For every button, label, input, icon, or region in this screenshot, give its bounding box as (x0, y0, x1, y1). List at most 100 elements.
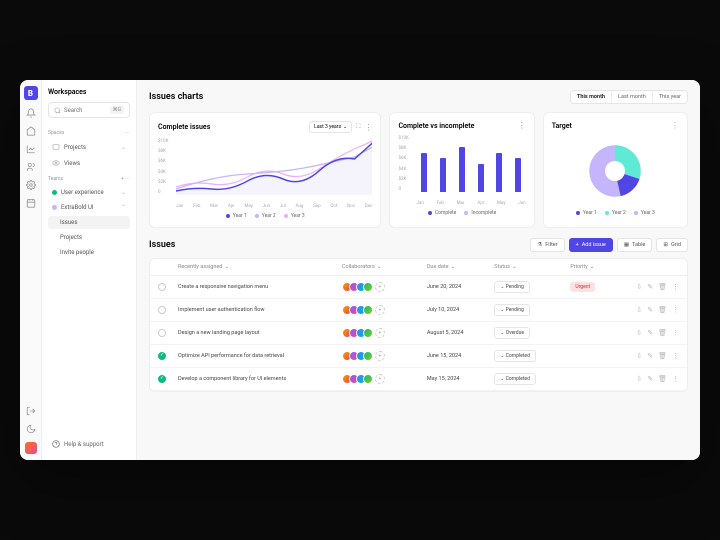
period-selector[interactable]: Last 3 years ⌄ (309, 121, 352, 133)
add-collaborator-button[interactable]: + (375, 328, 385, 338)
avatar[interactable] (363, 328, 373, 338)
table-row[interactable]: Develop a component library for UI eleme… (150, 368, 687, 391)
status-select[interactable]: ⌄ Pending (494, 304, 530, 316)
more-icon[interactable]: ⋮ (672, 306, 679, 314)
check-icon[interactable] (158, 329, 166, 337)
more-icon[interactable]: ⋮ (672, 329, 679, 337)
sort-icon: ⌄ (224, 264, 229, 270)
chevron-down-icon: ⌄ (121, 189, 126, 196)
check-icon[interactable] (158, 352, 166, 360)
calendar-icon[interactable] (26, 198, 36, 208)
check-icon[interactable] (158, 375, 166, 383)
status-select[interactable]: ⌄ Pending (494, 281, 530, 293)
sort-icon: ⌄ (377, 264, 382, 270)
table-icon: ▦ (624, 242, 629, 248)
sort-icon: ⌄ (590, 264, 595, 270)
more-icon[interactable]: ⋮ (364, 123, 372, 132)
delete-icon[interactable]: 🗑 (658, 352, 667, 360)
app-window: B Workspaces ⌘G Spaces⋯ Projects ⌄ Views… (20, 80, 700, 460)
table-header: Recently assigned ⌄ Collaborators ⌄ Due … (150, 259, 687, 276)
avatar[interactable] (363, 282, 373, 292)
edit-icon[interactable]: ✎ (647, 283, 653, 291)
table-view-button[interactable]: ▦Table (617, 238, 653, 252)
delete-icon[interactable]: 🗑 (658, 283, 667, 291)
avatar[interactable] (363, 374, 373, 384)
download-icon[interactable]: ⇩ (636, 306, 642, 314)
download-icon[interactable]: ⇩ (636, 352, 642, 360)
table-row[interactable]: Optimize API performance for data retrie… (150, 345, 687, 368)
user-avatar[interactable] (25, 442, 37, 454)
help-icon (52, 440, 60, 448)
users-icon[interactable] (26, 162, 36, 172)
folder-icon (52, 143, 60, 151)
status-select[interactable]: ⌄ Completed (494, 373, 536, 385)
chart-icon[interactable] (26, 144, 36, 154)
seg-this-month[interactable]: This month (571, 91, 612, 103)
avatar[interactable] (363, 351, 373, 361)
sidebar-item-projects[interactable]: Projects ⌄ (48, 140, 130, 154)
table-row[interactable]: Create a responsive navigation menu + Ju… (150, 276, 687, 299)
check-icon[interactable] (158, 283, 166, 291)
add-collaborator-button[interactable]: + (375, 351, 385, 361)
col-due[interactable]: Due date ⌄ (427, 264, 488, 270)
gear-icon[interactable] (26, 180, 36, 190)
collaborators: + (342, 374, 421, 384)
table-row[interactable]: Implement user authentication flow + Jul… (150, 299, 687, 322)
add-collaborator-button[interactable]: + (375, 282, 385, 292)
help-support[interactable]: Help & support (48, 436, 130, 452)
row-actions: ⇩ ✎ 🗑 ⋮ (629, 283, 679, 291)
search-bar[interactable]: ⌘G (48, 102, 130, 118)
delete-icon[interactable]: 🗑 (658, 329, 667, 337)
add-collaborator-button[interactable]: + (375, 305, 385, 315)
more-icon[interactable]: ⋮ (672, 352, 679, 360)
home-icon[interactable] (26, 126, 36, 136)
charts-row: Complete issues Last 3 years ⌄ ⛶ ⋮ $10K$… (149, 112, 688, 228)
search-input[interactable] (64, 107, 107, 114)
sidebar-item-team-projects[interactable]: Projects (48, 231, 130, 244)
more-icon[interactable]: ⋮ (672, 283, 679, 291)
priority-badge: Urgent (570, 282, 595, 292)
grid-view-button[interactable]: ⊞Grid (656, 238, 688, 252)
filter-button[interactable]: ⚗Filter (530, 238, 564, 252)
chart-complete-issues: Complete issues Last 3 years ⌄ ⛶ ⋮ $10K$… (149, 112, 381, 228)
edit-icon[interactable]: ✎ (647, 306, 653, 314)
status-select[interactable]: ⌄ Completed (494, 350, 536, 362)
add-issue-button[interactable]: + Add issue (569, 238, 613, 252)
status-select[interactable]: ⌄ Overdue (494, 327, 530, 339)
sidebar-item-issues[interactable]: Issues (48, 216, 130, 229)
sidebar-item-views[interactable]: Views (48, 156, 130, 170)
more-icon[interactable]: ⋮ (518, 121, 526, 130)
col-assigned[interactable]: Recently assigned ⌄ (178, 264, 336, 270)
logout-icon[interactable] (26, 406, 36, 416)
avatar[interactable] (363, 305, 373, 315)
logo[interactable]: B (24, 86, 38, 100)
expand-icon[interactable]: ⛶ (356, 123, 360, 131)
edit-icon[interactable]: ✎ (647, 375, 653, 383)
sidebar-item-extrabold[interactable]: ExtraBold UI ⌃ (48, 201, 130, 214)
issues-header: Issues ⚗Filter + Add issue ▦Table ⊞Grid (149, 238, 688, 252)
edit-icon[interactable]: ✎ (647, 352, 653, 360)
table-row[interactable]: Design a new landing page layout + Augus… (150, 322, 687, 345)
delete-icon[interactable]: 🗑 (658, 306, 667, 314)
download-icon[interactable]: ⇩ (636, 375, 642, 383)
download-icon[interactable]: ⇩ (636, 283, 642, 291)
edit-icon[interactable]: ✎ (647, 329, 653, 337)
seg-this-year[interactable]: This year (653, 91, 687, 103)
check-icon[interactable] (158, 306, 166, 314)
collaborators: + (342, 351, 421, 361)
col-status[interactable]: Status ⌄ (494, 264, 564, 270)
add-collaborator-button[interactable]: + (375, 374, 385, 384)
sidebar-item-ux[interactable]: User experience ⌄ (48, 186, 130, 199)
delete-icon[interactable]: 🗑 (658, 375, 667, 383)
seg-last-month[interactable]: Last month (612, 91, 653, 103)
collaborators: + (342, 282, 421, 292)
more-icon[interactable]: ⋮ (672, 375, 679, 383)
col-collaborators[interactable]: Collaborators ⌄ (342, 264, 421, 270)
download-icon[interactable]: ⇩ (636, 329, 642, 337)
sidebar-item-invite[interactable]: Invite people (48, 246, 130, 259)
time-segment: This month Last month This year (570, 90, 688, 104)
more-icon[interactable]: ⋮ (671, 121, 679, 130)
bell-icon[interactable] (26, 108, 36, 118)
col-priority[interactable]: Priority ⌄ (570, 264, 623, 270)
moon-icon[interactable] (26, 424, 36, 434)
